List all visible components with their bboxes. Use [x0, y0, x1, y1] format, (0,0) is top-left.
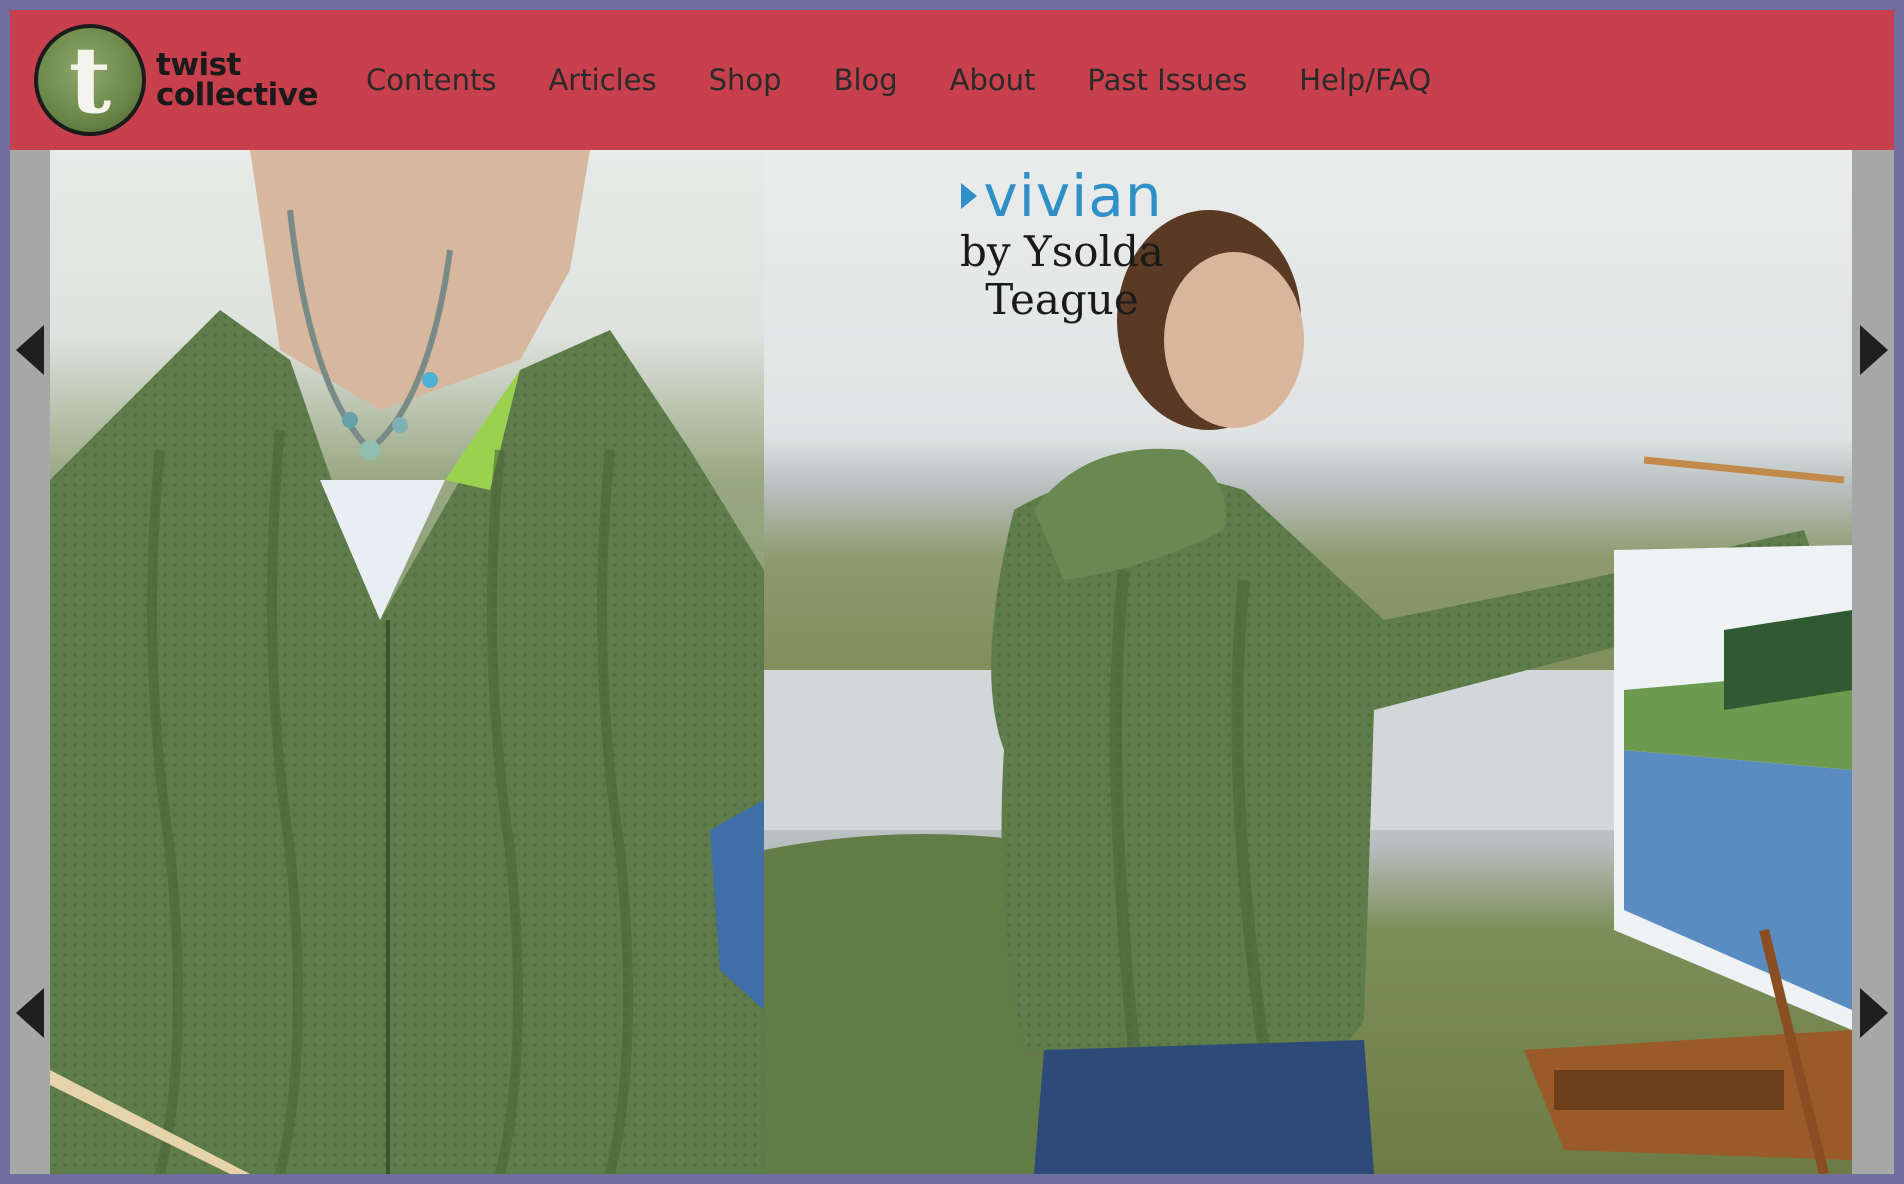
nav-about[interactable]: About [950, 63, 1036, 97]
feature-caption[interactable]: vivian by Ysolda Teague [902, 164, 1222, 324]
logo-badge-letter: t [68, 26, 112, 134]
site-logo[interactable]: t twist collective [34, 20, 334, 140]
logo-wordmark: twist collective [156, 47, 319, 113]
next-slide-button-bottom[interactable] [1854, 983, 1894, 1043]
main-nav: Contents Articles Shop Blog About Past I… [366, 10, 1483, 150]
site-header: t twist collective Contents Articles Sho… [10, 10, 1894, 150]
logo-line-1: twist [156, 47, 241, 83]
feature-title-text: vivian [983, 162, 1163, 230]
prev-slide-button-top[interactable] [10, 320, 50, 380]
feature-slideshow[interactable]: vivian by Ysolda Teague [50, 150, 1852, 1174]
feature-byline: by Ysolda Teague [960, 227, 1164, 324]
triangle-right-icon [1860, 325, 1888, 375]
nav-past-issues[interactable]: Past Issues [1087, 63, 1247, 97]
nav-help-faq[interactable]: Help/FAQ [1299, 63, 1431, 97]
front-photo-illustration [50, 150, 764, 1174]
prev-slide-button-bottom[interactable] [10, 983, 50, 1043]
feature-photo-front [50, 150, 764, 1174]
play-arrow-icon [961, 182, 978, 209]
logo-badge: t [34, 24, 146, 136]
triangle-left-icon [16, 988, 44, 1038]
logo-line-2: collective [156, 77, 319, 113]
triangle-left-icon [16, 325, 44, 375]
page-frame: t twist collective Contents Articles Sho… [10, 10, 1894, 1174]
feature-title[interactable]: vivian [902, 164, 1222, 228]
nav-blog[interactable]: Blog [834, 63, 898, 97]
nav-shop[interactable]: Shop [709, 63, 782, 97]
nav-articles[interactable]: Articles [548, 63, 656, 97]
nav-contents[interactable]: Contents [366, 63, 496, 97]
next-slide-button-top[interactable] [1854, 320, 1894, 380]
triangle-right-icon [1860, 988, 1888, 1038]
